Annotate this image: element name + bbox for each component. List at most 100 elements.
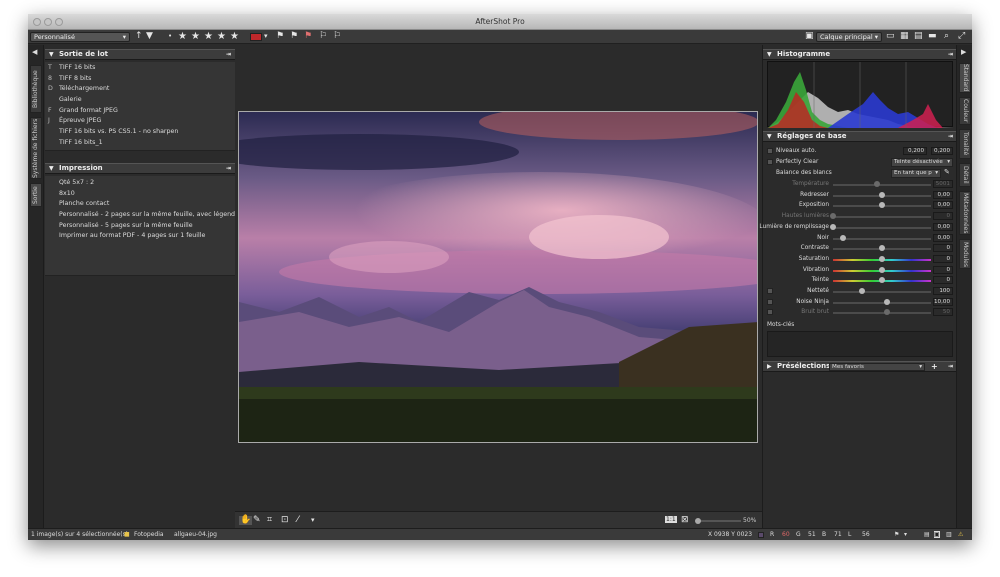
crop-tool-icon[interactable]: ⌗ (267, 516, 272, 525)
noise-ninja-slider[interactable] (833, 298, 931, 305)
print-item[interactable]: 8x10 (45, 190, 235, 201)
grid-view-icon[interactable]: ▦ (900, 32, 909, 41)
exposure-slider[interactable] (833, 202, 931, 209)
vibrance-value-input[interactable]: 0 (933, 265, 953, 274)
black-slider-knob[interactable] (839, 234, 846, 241)
collapse-right-icon[interactable]: ▶ (961, 48, 966, 56)
pin-icon[interactable]: ⇥ (948, 362, 953, 371)
fullscreen-icon[interactable]: ⤢ (958, 32, 965, 41)
contrast-slider-knob[interactable] (879, 245, 885, 252)
rating-clear-icon[interactable]: • (168, 32, 172, 40)
pin-icon[interactable]: ⇥ (948, 50, 953, 59)
fill-light-slider[interactable] (830, 223, 931, 230)
warning-icon[interactable]: ⚠ (958, 531, 963, 538)
batch-output-item[interactable]: T TIFF 16 bits (45, 64, 235, 75)
sharpness-slider[interactable] (833, 288, 931, 294)
highlights-slider-knob[interactable] (830, 213, 836, 220)
monitor-icon[interactable]: ▭ (886, 32, 895, 41)
temperature-slider-knob[interactable] (874, 181, 881, 187)
temperature-value-input[interactable]: 5001 (933, 180, 953, 188)
vibrance-slider[interactable] (833, 266, 931, 273)
saturation-slider[interactable] (833, 255, 931, 262)
exposure-slider-knob[interactable] (879, 202, 885, 209)
exposure-value-input[interactable]: 0,00 (933, 201, 953, 210)
single-view-icon[interactable]: ▬ (928, 32, 937, 41)
pin-icon[interactable]: ⇥ (948, 132, 953, 141)
highlights-value-input[interactable]: 0 (933, 212, 953, 221)
batch-output-header[interactable]: ▼ Sortie de lot ⇥ (45, 49, 235, 60)
noise-ninja-slider-knob[interactable] (883, 298, 890, 305)
rating-star-2[interactable]: ★ (191, 32, 200, 42)
histogram-header[interactable]: ▼ Histogramme ⇥ (763, 49, 957, 60)
eyedropper-icon[interactable]: ✎ (944, 168, 950, 176)
auto-levels-high-input[interactable]: 0,200 (931, 147, 953, 155)
chevron-down-icon[interactable]: ▾ (904, 531, 907, 538)
add-preset-icon[interactable]: + (931, 362, 938, 371)
zoom-slider[interactable] (695, 518, 741, 524)
filmstrip-view-icon[interactable]: ▤ (914, 32, 923, 41)
filter-icon[interactable]: ▼ (146, 32, 153, 41)
pin-icon[interactable]: ⇥ (226, 164, 231, 173)
tab-tone[interactable]: Tonalité (959, 129, 971, 159)
layer-dropdown[interactable]: Calque principal ▾ (816, 32, 882, 42)
zoom-icon[interactable]: ⌕ (944, 32, 949, 41)
tab-metadata[interactable]: Métadonnées (959, 191, 971, 235)
print-item[interactable]: Imprimer au format PDF - 4 pages sur 1 f… (45, 232, 235, 243)
print-header[interactable]: ▼ Impression ⇥ (45, 163, 235, 174)
layout-3-icon[interactable]: ▥ (946, 531, 952, 538)
raw-noise-value-input[interactable]: 50 (933, 308, 953, 317)
noise-ninja-value-input[interactable]: 10,00 (933, 297, 953, 306)
tab-output[interactable]: Sortie (30, 183, 42, 207)
auto-levels-checkbox[interactable] (767, 148, 773, 154)
flag-reject-icon[interactable]: ⚑ (304, 32, 312, 41)
saturation-slider-knob[interactable] (879, 255, 885, 262)
tab-color[interactable]: Couleur (959, 97, 971, 125)
actual-size-button[interactable]: 1:1 (665, 516, 677, 523)
batch-output-item[interactable]: 8 TIFF 8 bits (45, 75, 235, 86)
sort-up-icon[interactable]: ↑ (135, 32, 143, 41)
tint-slider-knob[interactable] (879, 277, 885, 284)
tab-modules[interactable]: Modules (959, 239, 971, 269)
noise-ninja-checkbox[interactable] (767, 298, 773, 305)
tint-value-input[interactable]: 0 (933, 276, 953, 285)
sharpness-checkbox[interactable] (767, 288, 773, 294)
sharpness-slider-knob[interactable] (859, 288, 866, 294)
perfectly-clear-dropdown[interactable]: Teinte désactivée ▾ (891, 158, 953, 167)
raw-noise-slider-knob[interactable] (883, 309, 890, 316)
fill-light-slider-knob[interactable] (830, 223, 836, 230)
rating-star-1[interactable]: ★ (178, 32, 187, 42)
brush-tool-icon[interactable]: ⁄ (297, 516, 299, 525)
flag-icon[interactable]: ⚑ (276, 32, 284, 41)
color-label-swatch[interactable] (250, 33, 262, 41)
vibrance-slider-knob[interactable] (879, 266, 885, 273)
basic-adjustments-header[interactable]: ▼ Réglages de base ⇥ (763, 131, 957, 142)
pencil-tool-icon[interactable]: ✎ (253, 516, 261, 525)
presets-dropdown[interactable]: Mes favoris ▾ (829, 363, 925, 371)
batch-output-item[interactable]: D Téléchargement (45, 85, 235, 96)
batch-output-item[interactable]: J Épreuve JPEG (45, 117, 235, 128)
folder-name[interactable]: Fotopedia (134, 531, 164, 538)
straighten-value-input[interactable]: 0,00 (933, 190, 953, 199)
black-value-input[interactable]: 0,00 (933, 233, 953, 242)
batch-output-item[interactable]: TIFF 16 bits_1 (45, 139, 235, 150)
redeye-tool-icon[interactable]: ⊡ (281, 516, 289, 525)
batch-output-item[interactable]: TIFF 16 bits vs. PS CS5.1 - no sharpen (45, 128, 235, 139)
presets-header[interactable]: ▶ Présélections Mes favoris ▾ + ⇥ (763, 361, 957, 372)
rating-star-4[interactable]: ★ (217, 32, 226, 42)
layout-2-icon[interactable]: ▣ (934, 531, 940, 538)
tab-file-system[interactable]: Système de fichiers (30, 117, 42, 179)
layers-icon[interactable]: ▣ (805, 32, 814, 41)
contrast-slider[interactable] (833, 245, 931, 252)
pin-icon[interactable]: ⇥ (226, 50, 231, 59)
preset-dropdown[interactable]: Personnalisé ▾ (30, 32, 130, 42)
rating-star-3[interactable]: ★ (204, 32, 213, 42)
highlights-slider[interactable] (830, 213, 931, 220)
main-photo[interactable] (238, 111, 758, 443)
layout-1-icon[interactable]: ▤ (924, 531, 930, 538)
fill-light-value-input[interactable]: 0,00 (933, 222, 953, 231)
print-item[interactable]: Personnalisé - 5 pages sur la même feuil… (45, 222, 235, 233)
collapse-left-icon[interactable]: ◀ (32, 48, 37, 56)
saturation-value-input[interactable]: 0 (933, 254, 953, 263)
flag-multi-2-icon[interactable]: ⚐ (333, 32, 341, 41)
tint-slider[interactable] (833, 277, 931, 284)
